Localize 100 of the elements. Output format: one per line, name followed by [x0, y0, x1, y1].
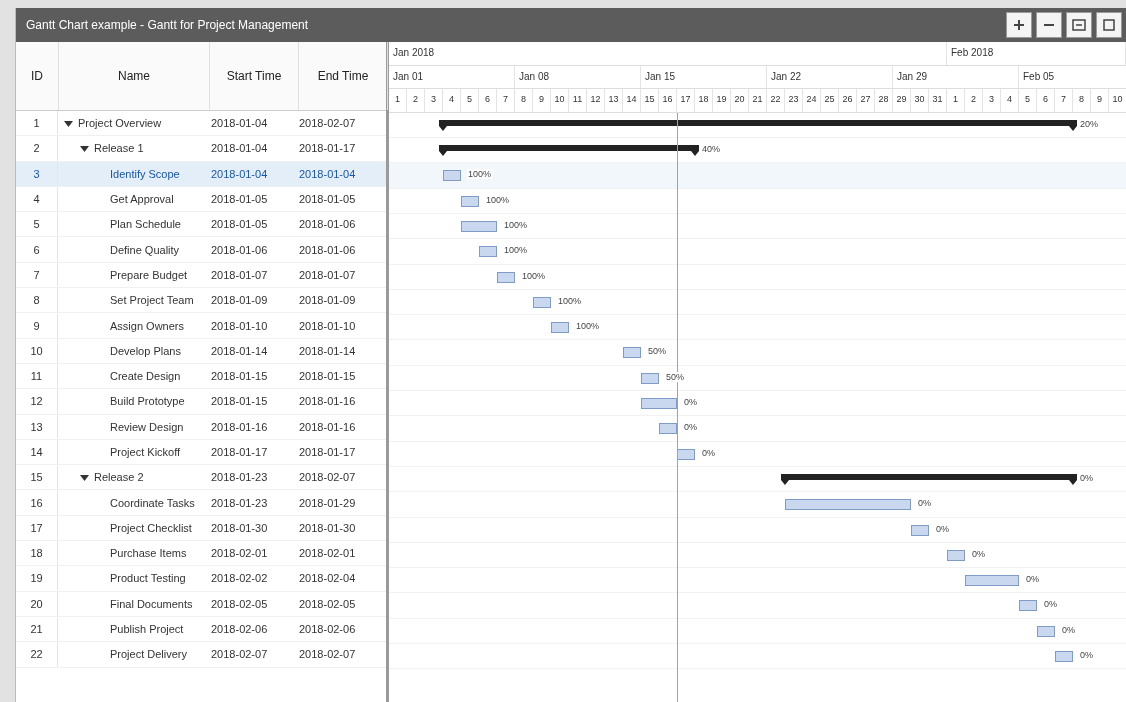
task-row[interactable]: 18 Purchase Items 2018-02-01 2018-02-01: [16, 541, 386, 567]
fit-button[interactable]: [1066, 12, 1092, 38]
id-cell: 12: [16, 389, 58, 414]
task-row[interactable]: 10 Develop Plans 2018-01-14 2018-01-14: [16, 338, 386, 364]
task-bar[interactable]: [443, 170, 461, 182]
task-row[interactable]: 20 Final Documents 2018-02-05 2018-02-05: [16, 591, 386, 617]
start-date-cell-text: 2018-01-04: [210, 142, 269, 155]
id-cell: 14: [16, 439, 58, 465]
task-row[interactable]: 2 Release 1 2018-01-04 2018-01-17: [16, 136, 386, 162]
day-label: 26: [839, 89, 857, 112]
day-label: 1: [389, 89, 407, 112]
task-bar[interactable]: [641, 372, 659, 384]
day-label: 5: [1019, 89, 1037, 112]
task-row[interactable]: 11 Create Design 2018-01-15 2018-01-15: [16, 363, 386, 390]
zoom-out-button[interactable]: [1036, 12, 1062, 38]
summary-bar[interactable]: [439, 143, 699, 158]
task-name: Purchase Items: [110, 547, 187, 560]
task-row[interactable]: 13 Review Design 2018-01-16 2018-01-16: [16, 414, 386, 440]
id-cell: 9: [16, 313, 58, 338]
task-bar[interactable]: [461, 220, 497, 232]
task-row[interactable]: 16 Coordinate Tasks 2018-01-23 2018-01-29: [16, 490, 386, 516]
task-bar[interactable]: [623, 347, 641, 359]
task-name: Plan Schedule: [110, 218, 181, 231]
task-row[interactable]: 7 Prepare Budget 2018-01-07 2018-01-07: [16, 262, 386, 289]
id-cell: 19: [16, 566, 58, 591]
task-row[interactable]: 21 Publish Project 2018-02-06 2018-02-06: [16, 616, 386, 643]
progress-label: 0%: [971, 548, 986, 559]
task-name: Coordinate Tasks: [110, 496, 195, 509]
window-title: Gantt Chart example - Gantt for Project Management: [26, 18, 309, 32]
task-bar[interactable]: [965, 575, 1019, 587]
end-date-cell-text: 2018-01-17: [298, 142, 357, 155]
column-header[interactable]: Start Time: [210, 42, 299, 110]
day-label: 3: [425, 89, 443, 112]
day-label: 1: [947, 89, 965, 112]
task-row[interactable]: 19 Product Testing 2018-02-02 2018-02-04: [16, 566, 386, 592]
day-label: 17: [677, 89, 695, 112]
task-row[interactable]: 9 Assign Owners 2018-01-10 2018-01-10: [16, 313, 386, 339]
task-row[interactable]: 3 Identify Scope 2018-01-04 2018-01-04: [16, 161, 386, 187]
fullscreen-button[interactable]: [1096, 12, 1122, 38]
task-row[interactable]: 15 Release 2 2018-01-23 2018-02-07: [16, 465, 386, 491]
zoom-in-button[interactable]: [1006, 12, 1032, 38]
task-bar[interactable]: [533, 296, 551, 308]
start-date-cell-text: 2018-01-07: [210, 268, 269, 281]
start-date-cell-text: 2018-01-15: [210, 395, 269, 408]
end-date-cell-text: 2018-01-09: [298, 294, 357, 307]
day-label: 9: [533, 89, 551, 112]
task-bar[interactable]: [1037, 625, 1055, 637]
end-date-cell-text: 2018-01-14: [298, 344, 357, 357]
end-date-cell-text: 2018-01-29: [298, 496, 357, 509]
task-bar[interactable]: [1055, 651, 1073, 662]
end-date-cell-text: 2018-02-07: [298, 471, 357, 484]
task-bar[interactable]: [659, 423, 677, 435]
task-bar[interactable]: [479, 246, 497, 258]
summary-bar[interactable]: [439, 117, 1077, 132]
task-bar[interactable]: [461, 195, 479, 207]
end-date-cell-text: 2018-01-16: [298, 420, 357, 433]
task-bar[interactable]: [641, 398, 677, 410]
column-header[interactable]: End Time: [299, 42, 388, 110]
plus-icon: [1013, 19, 1025, 31]
task-row[interactable]: 1 Project Overview 2018-01-04 2018-02-07: [16, 111, 386, 137]
id-cell: 2: [16, 136, 58, 161]
column-header[interactable]: ID: [16, 42, 59, 110]
id-cell: 16: [16, 490, 58, 515]
task-row[interactable]: 5 Plan Schedule 2018-01-05 2018-01-06: [16, 212, 386, 238]
end-date-cell-text: 2018-01-30: [298, 521, 357, 534]
start-date-cell-text: 2018-02-01: [210, 547, 269, 560]
collapse-arrow-icon[interactable]: [64, 118, 73, 128]
start-date-cell-text: 2018-01-05: [210, 218, 269, 231]
task-bar[interactable]: [551, 322, 569, 334]
end-date-cell-text: 2018-02-05: [298, 597, 357, 610]
task-bar[interactable]: [1019, 600, 1037, 612]
column-header[interactable]: Name: [59, 42, 210, 110]
task-name: Define Quality: [110, 243, 180, 256]
progress-label: 40%: [701, 144, 721, 155]
task-row[interactable]: 6 Define Quality 2018-01-06 2018-01-06: [16, 237, 386, 263]
end-date-cell-text: 2018-01-17: [298, 446, 357, 458]
task-name: Prepare Budget: [110, 268, 188, 281]
day-label: 14: [623, 89, 641, 112]
task-bar[interactable]: [911, 524, 929, 536]
task-row[interactable]: 22 Project Delivery 2018-02-07 2018-02-07: [16, 642, 386, 668]
task-bar[interactable]: [785, 499, 911, 511]
task-bar[interactable]: [497, 271, 515, 283]
task-row[interactable]: 12 Build Prototype 2018-01-15 2018-01-16: [16, 389, 386, 415]
day-label: 30: [911, 89, 929, 112]
task-name: Final Documents: [110, 597, 193, 610]
task-name: Develop Plans: [110, 344, 181, 357]
task-row[interactable]: 17 Project Checklist 2018-01-30 2018-01-30: [16, 515, 386, 542]
summary-bar[interactable]: [781, 471, 1077, 486]
collapse-arrow-icon[interactable]: [80, 472, 89, 482]
task-bar[interactable]: [947, 549, 965, 561]
task-row[interactable]: 4 Get Approval 2018-01-05 2018-01-05: [16, 186, 386, 213]
end-date-cell-text: 2018-02-04: [298, 572, 357, 585]
task-bar[interactable]: [677, 448, 695, 460]
collapse-arrow-icon[interactable]: [80, 143, 89, 153]
id-cell: 21: [16, 616, 58, 642]
end-date-cell-text: 2018-01-10: [298, 319, 357, 332]
task-row[interactable]: 14 Project Kickoff 2018-01-17 2018-01-17: [16, 439, 386, 466]
progress-label: 100%: [485, 194, 511, 205]
task-row[interactable]: 8 Set Project Team 2018-01-09 2018-01-09: [16, 288, 386, 314]
id-cell: 18: [16, 541, 58, 566]
